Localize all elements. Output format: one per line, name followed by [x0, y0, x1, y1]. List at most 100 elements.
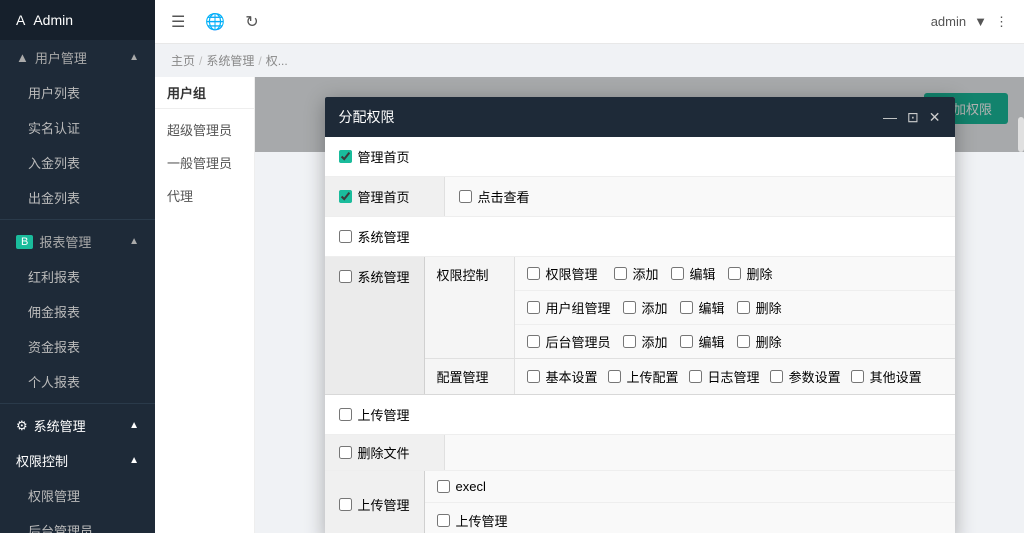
- perm-action-删除-用户组[interactable]: 删除: [737, 298, 782, 317]
- checkbox-管理首页-sub[interactable]: [339, 190, 352, 203]
- sidebar-item-用户列表[interactable]: 用户列表: [0, 75, 155, 110]
- perm-check-上传管理-2[interactable]: 上传管理: [339, 495, 410, 514]
- perm-配置管理-options: 基本设置 上传配置: [515, 359, 955, 394]
- perm-complex-right: 权限控制 权限管理: [425, 257, 955, 394]
- checkbox-上传管理-2[interactable]: [339, 498, 352, 511]
- perm-check-参数设置[interactable]: 参数设置: [770, 367, 841, 386]
- sidebar-item-入金列表[interactable]: 入金列表: [0, 145, 155, 180]
- perm-check-基本设置[interactable]: 基本设置: [527, 367, 598, 386]
- page-layout: 用户组 超级管理员 一般管理员 代理 添加权限 分配权限 —: [155, 77, 1024, 533]
- menu-icon[interactable]: ☰: [171, 12, 185, 32]
- perm-action-添加-后台[interactable]: 添加: [623, 332, 668, 351]
- user-dropdown-icon[interactable]: ▼: [974, 14, 987, 29]
- checkbox-execl[interactable]: [437, 480, 450, 493]
- checkbox-添加-后台[interactable]: [623, 335, 636, 348]
- perm-check-上传配置[interactable]: 上传配置: [608, 367, 679, 386]
- sidebar-header: A Admin: [0, 0, 155, 40]
- perm-check-日志管理[interactable]: 日志管理: [689, 367, 760, 386]
- perm-action-编辑-用户组[interactable]: 编辑: [680, 298, 725, 317]
- checkbox-系统管理-complex[interactable]: [339, 270, 352, 283]
- globe-icon[interactable]: 🌐: [205, 12, 225, 32]
- perm-sub-管理首页[interactable]: 管理首页: [339, 187, 410, 206]
- checkbox-用户组管理[interactable]: [527, 301, 540, 314]
- perm-check-用户组管理[interactable]: 用户组管理: [527, 298, 611, 317]
- assign-permission-modal: 分配权限 — ⊡ ✕: [325, 97, 955, 533]
- checkbox-后台管理员[interactable]: [527, 335, 540, 348]
- main-area: ☰ 🌐 ↻ admin ▼ ⋮ 主页 / 系统管理 / 权... 用户组 超级管…: [155, 0, 1024, 533]
- perm-action-编辑-后台[interactable]: 编辑: [680, 332, 725, 351]
- perm-check-后台管理员[interactable]: 后台管理员: [527, 332, 611, 351]
- checkbox-系统管理-top[interactable]: [339, 230, 352, 243]
- ug-item-super[interactable]: 超级管理员: [155, 113, 254, 146]
- scrollbar[interactable]: [1018, 117, 1024, 152]
- ug-item-agent[interactable]: 代理: [155, 179, 254, 212]
- sidebar-group-用户管理[interactable]: ▲ 用户管理 ▲: [0, 40, 155, 75]
- perm-action-添加-权限管理[interactable]: 添加: [614, 264, 659, 283]
- perm-row-后台管理员: 后台管理员 添加: [515, 325, 955, 358]
- perm-check-execl[interactable]: execl: [437, 479, 517, 494]
- perm-action-删除-权限管理[interactable]: 删除: [728, 264, 773, 283]
- arrow-icon-2: ▲: [129, 236, 139, 247]
- checkbox-添加-权限管理[interactable]: [614, 267, 627, 280]
- perm-checkbox-上传管理[interactable]: 上传管理: [339, 405, 410, 424]
- perm-权限控制-label-cell: 权限控制: [425, 257, 515, 358]
- close-button[interactable]: ✕: [929, 110, 941, 124]
- gear-icon: ⚙: [16, 418, 28, 434]
- checkbox-编辑-后台[interactable]: [680, 335, 693, 348]
- sidebar-item-资金报表[interactable]: 资金报表: [0, 329, 155, 364]
- refresh-icon[interactable]: ↻: [245, 12, 258, 32]
- admin-logo: A: [16, 12, 25, 28]
- perm-checkbox-管理首页[interactable]: 管理首页: [339, 147, 410, 166]
- breadcrumb-home[interactable]: 主页: [171, 52, 195, 69]
- perm-checkbox-系统管理-complex[interactable]: 系统管理: [339, 267, 410, 286]
- breadcrumb-system[interactable]: 系统管理: [206, 52, 254, 69]
- sidebar-item-红利报表[interactable]: 红利报表: [0, 259, 155, 294]
- checkbox-上传配置[interactable]: [608, 370, 621, 383]
- perm-row-上传管理-sub: 上传管理: [425, 503, 955, 533]
- maximize-button[interactable]: ⊡: [907, 110, 919, 124]
- perm-check-上传管理-sub[interactable]: 上传管理: [437, 511, 517, 530]
- more-icon[interactable]: ⋮: [995, 14, 1008, 30]
- checkbox-删除-用户组[interactable]: [737, 301, 750, 314]
- checkbox-编辑-用户组[interactable]: [680, 301, 693, 314]
- perm-check-点击查看[interactable]: 点击查看: [459, 187, 530, 206]
- checkbox-其他设置[interactable]: [851, 370, 864, 383]
- checkbox-删除-后台[interactable]: [737, 335, 750, 348]
- perm-checkbox-系统管理-top[interactable]: 系统管理: [339, 227, 410, 246]
- sidebar-item-个人报表[interactable]: 个人报表: [0, 364, 155, 399]
- checkbox-上传管理[interactable]: [339, 408, 352, 421]
- sidebar-item-佣金报表[interactable]: 佣金报表: [0, 294, 155, 329]
- perm-action-编辑-权限管理[interactable]: 编辑: [671, 264, 716, 283]
- sidebar-group-系统管理[interactable]: ⚙ 系统管理 ▲: [0, 408, 155, 443]
- checkbox-权限管理[interactable]: [527, 267, 540, 280]
- checkbox-删除-权限管理[interactable]: [728, 267, 741, 280]
- perm-check-其他设置[interactable]: 其他设置: [851, 367, 922, 386]
- perm-check-权限管理[interactable]: 权限管理: [527, 264, 602, 283]
- checkbox-基本设置[interactable]: [527, 370, 540, 383]
- sidebar-title: Admin: [33, 12, 73, 28]
- sidebar-group-权限控制[interactable]: 权限控制 ▲: [0, 443, 155, 478]
- breadcrumb-sep-1: /: [199, 54, 202, 68]
- checkbox-添加-用户组[interactable]: [623, 301, 636, 314]
- perm-row-系统管理-complex: 系统管理 权限控制: [325, 257, 955, 395]
- chevron-up-icon: ▲: [16, 50, 29, 65]
- perm-row-权限管理: 权限管理 添加: [515, 257, 955, 291]
- perm-check-删除文件[interactable]: 删除文件: [339, 443, 410, 462]
- sidebar-item-权限管理[interactable]: 权限管理: [0, 478, 155, 513]
- ug-item-general[interactable]: 一般管理员: [155, 146, 254, 179]
- sidebar-item-后台管理员[interactable]: 后台管理员: [0, 513, 155, 533]
- checkbox-点击查看[interactable]: [459, 190, 472, 203]
- perm-action-添加-用户组[interactable]: 添加: [623, 298, 668, 317]
- sidebar-item-出金列表[interactable]: 出金列表: [0, 180, 155, 215]
- minimize-button[interactable]: —: [883, 110, 897, 124]
- sidebar-group-报表管理[interactable]: B 报表管理 ▲: [0, 224, 155, 259]
- perm-action-删除-后台[interactable]: 删除: [737, 332, 782, 351]
- sidebar-item-实名认证[interactable]: 实名认证: [0, 110, 155, 145]
- user-name: admin: [931, 14, 966, 29]
- checkbox-编辑-权限管理[interactable]: [671, 267, 684, 280]
- checkbox-管理首页[interactable]: [339, 150, 352, 163]
- checkbox-日志管理[interactable]: [689, 370, 702, 383]
- checkbox-删除文件[interactable]: [339, 446, 352, 459]
- checkbox-参数设置[interactable]: [770, 370, 783, 383]
- checkbox-上传管理-sub[interactable]: [437, 514, 450, 527]
